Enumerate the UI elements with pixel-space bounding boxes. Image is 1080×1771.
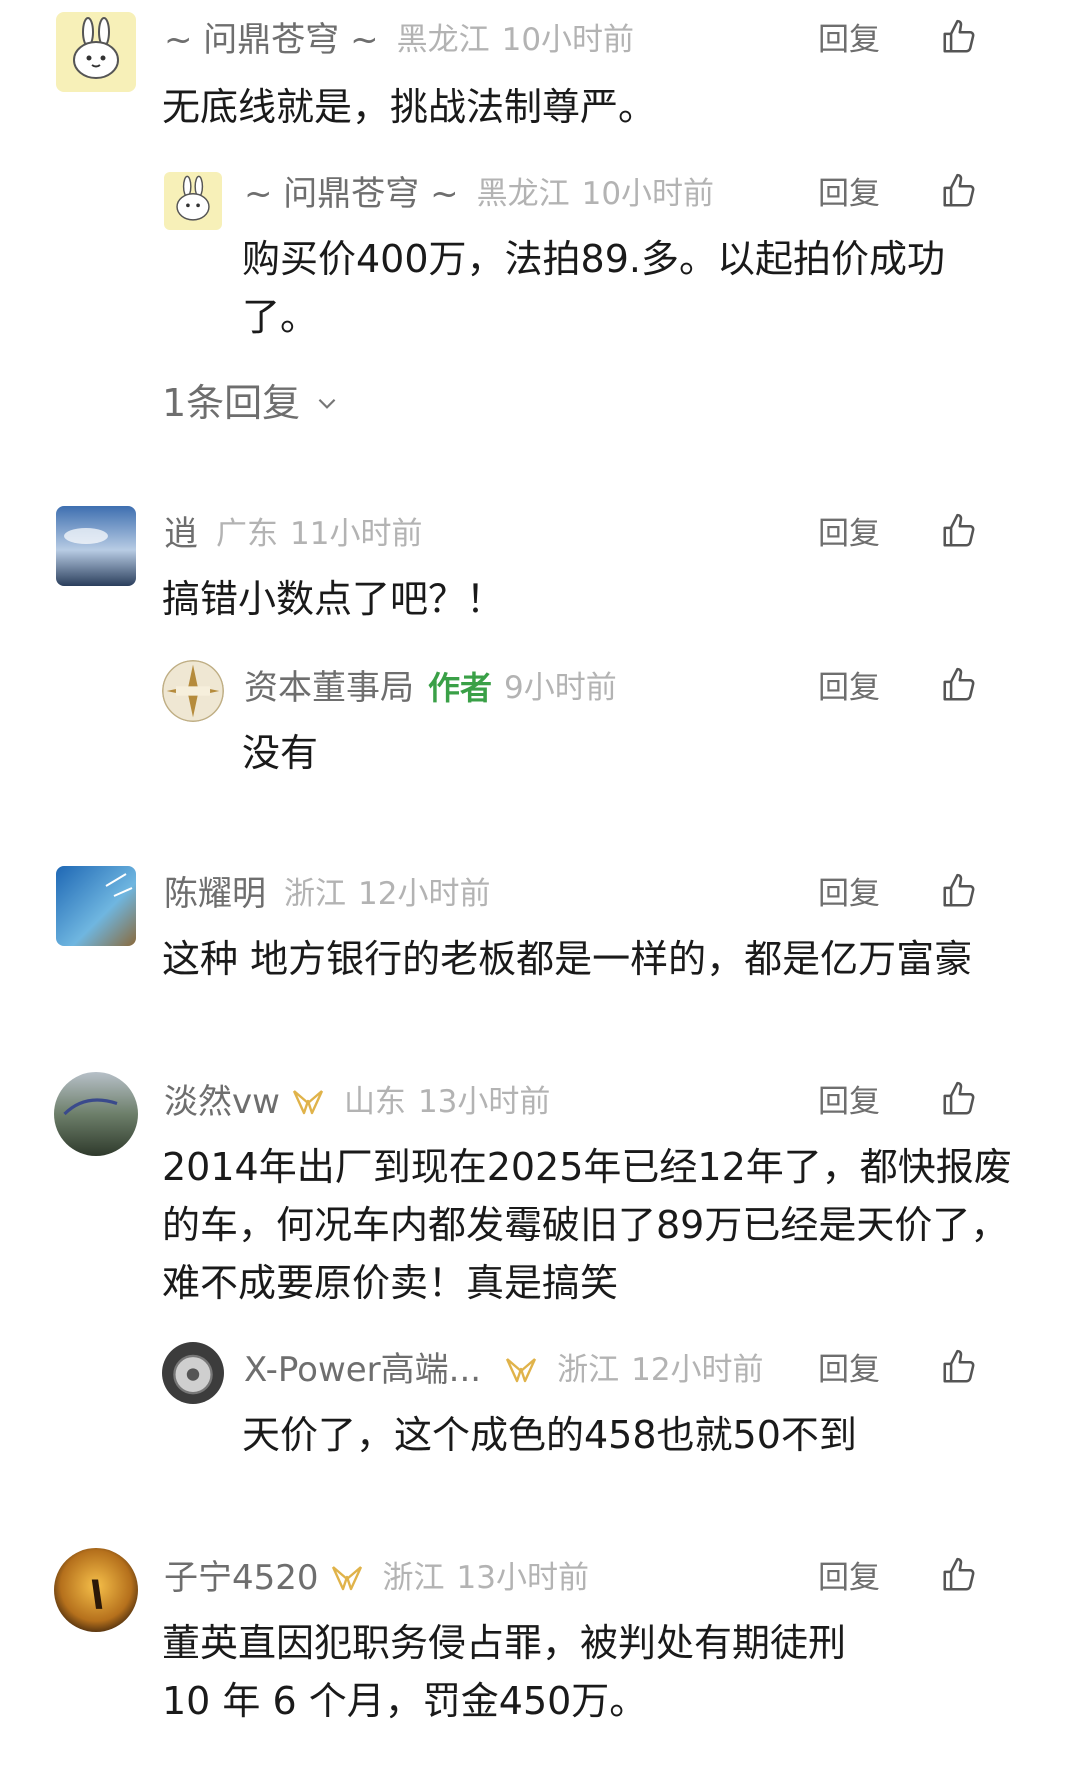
location: 黑龙江	[396, 22, 490, 58]
more-replies-label: 1条回复	[162, 381, 301, 425]
reply-text: 天价了，这个成色的458也就50不到	[242, 1413, 857, 1457]
thumbs-up-icon[interactable]	[940, 666, 978, 704]
timestamp: 12小时前	[358, 876, 491, 912]
timestamp: 12小时前	[631, 1352, 764, 1388]
timestamp: 10小时前	[501, 22, 635, 58]
avatar[interactable]	[54, 1548, 138, 1632]
reply-button[interactable]: 回复	[818, 512, 880, 556]
reply-button[interactable]: 回复	[818, 1556, 880, 1600]
timestamp: 9小时前	[504, 670, 617, 706]
location: 广东	[216, 516, 278, 552]
reply-button[interactable]: 回复	[818, 18, 880, 62]
rabbit-avatar-icon	[56, 12, 136, 92]
reply-button[interactable]: 回复	[818, 1348, 880, 1392]
timestamp: 11小时前	[290, 516, 423, 552]
chevron-down-icon	[318, 398, 336, 409]
timestamp: 10小时前	[581, 176, 715, 212]
thumbs-up-icon[interactable]	[940, 172, 978, 210]
reply-button[interactable]: 回复	[818, 872, 880, 916]
location: 浙江	[382, 1560, 445, 1596]
username[interactable]: ~ 问鼎苍穹 ~	[164, 18, 379, 62]
comment-text: 无底线就是，挑战法制尊严。	[162, 85, 657, 129]
username[interactable]: 资本董事局	[244, 666, 414, 710]
vip-badge-icon	[329, 1563, 365, 1593]
reply-button[interactable]: 回复	[818, 666, 880, 710]
avatar[interactable]	[54, 1072, 138, 1156]
location: 浙江	[557, 1352, 620, 1388]
avatar[interactable]	[56, 506, 136, 586]
seascape-avatar-icon	[56, 866, 136, 946]
vip-badge-icon	[290, 1087, 326, 1117]
location: 黑龙江	[476, 176, 570, 212]
reply-meta: ~ 问鼎苍穹 ~ 黑龙江 10小时前	[244, 172, 714, 216]
username[interactable]: 逍	[164, 512, 198, 556]
comment-text: 搞错小数点了吧？！	[162, 577, 505, 621]
comment-meta: 陈耀明 浙江 12小时前	[164, 872, 490, 916]
location: 山东	[343, 1084, 406, 1120]
avatar[interactable]	[56, 866, 136, 946]
comment-text: 董英直因犯职务侵占罪，被判处有期徒刑 10 年 6 个月，罚金450万。	[162, 1621, 847, 1723]
thumbs-up-icon[interactable]	[940, 1080, 978, 1118]
avatar[interactable]	[162, 660, 224, 722]
location: 浙江	[284, 876, 346, 912]
thumbs-up-icon[interactable]	[940, 18, 978, 56]
reply-text: 购买价400万，法拍89.多。以起拍价成功了。	[242, 237, 945, 339]
avatar[interactable]	[164, 172, 222, 230]
reply-button[interactable]: 回复	[818, 172, 880, 216]
reply-text: 没有	[242, 731, 319, 775]
thumbs-up-icon[interactable]	[940, 512, 978, 550]
username[interactable]: X-Power高端...	[244, 1348, 481, 1392]
thumbs-up-icon[interactable]	[940, 1556, 978, 1594]
sunset-avatar-icon	[54, 1548, 138, 1632]
username[interactable]: 子宁4520	[164, 1556, 319, 1600]
username[interactable]: 淡然vw	[164, 1080, 280, 1124]
comment-meta: 逍 广东 11小时前	[164, 512, 422, 556]
comment-text: 2014年出厂到现在2025年已经12年了，都快报废的车，何况车内都发霉破旧了8…	[162, 1145, 1012, 1305]
avatar[interactable]	[56, 12, 136, 92]
comment-text: 这种 地方银行的老板都是一样的，都是亿万富豪	[162, 937, 973, 981]
sky-photo-avatar-icon	[56, 506, 136, 586]
username[interactable]: ~ 问鼎苍穹 ~	[244, 172, 459, 216]
vip-badge-icon	[503, 1355, 539, 1385]
reply-meta: 资本董事局 作者 9小时前	[244, 666, 617, 710]
comment-meta: 淡然vw 山东 13小时前	[164, 1080, 550, 1124]
reply-button[interactable]: 回复	[818, 1080, 880, 1124]
avatar[interactable]	[162, 1342, 224, 1404]
landscape-avatar-icon	[54, 1072, 138, 1156]
comment-meta: 子宁4520 浙江 13小时前	[164, 1556, 589, 1600]
expand-replies-button[interactable]: 1条回复	[162, 378, 340, 428]
reply-meta: X-Power高端... 浙江 12小时前	[244, 1348, 764, 1392]
thumbs-up-icon[interactable]	[940, 1348, 978, 1386]
timestamp: 13小时前	[456, 1560, 589, 1596]
author-badge: 作者	[428, 669, 493, 707]
thumbs-up-icon[interactable]	[940, 872, 978, 910]
username[interactable]: 陈耀明	[164, 872, 266, 916]
car-wheel-avatar-icon	[162, 1342, 224, 1404]
compass-logo-avatar-icon	[162, 660, 224, 722]
comment-meta: ~ 问鼎苍穹 ~ 黑龙江 10小时前	[164, 18, 634, 62]
rabbit-avatar-icon	[164, 172, 222, 230]
timestamp: 13小时前	[417, 1084, 551, 1120]
